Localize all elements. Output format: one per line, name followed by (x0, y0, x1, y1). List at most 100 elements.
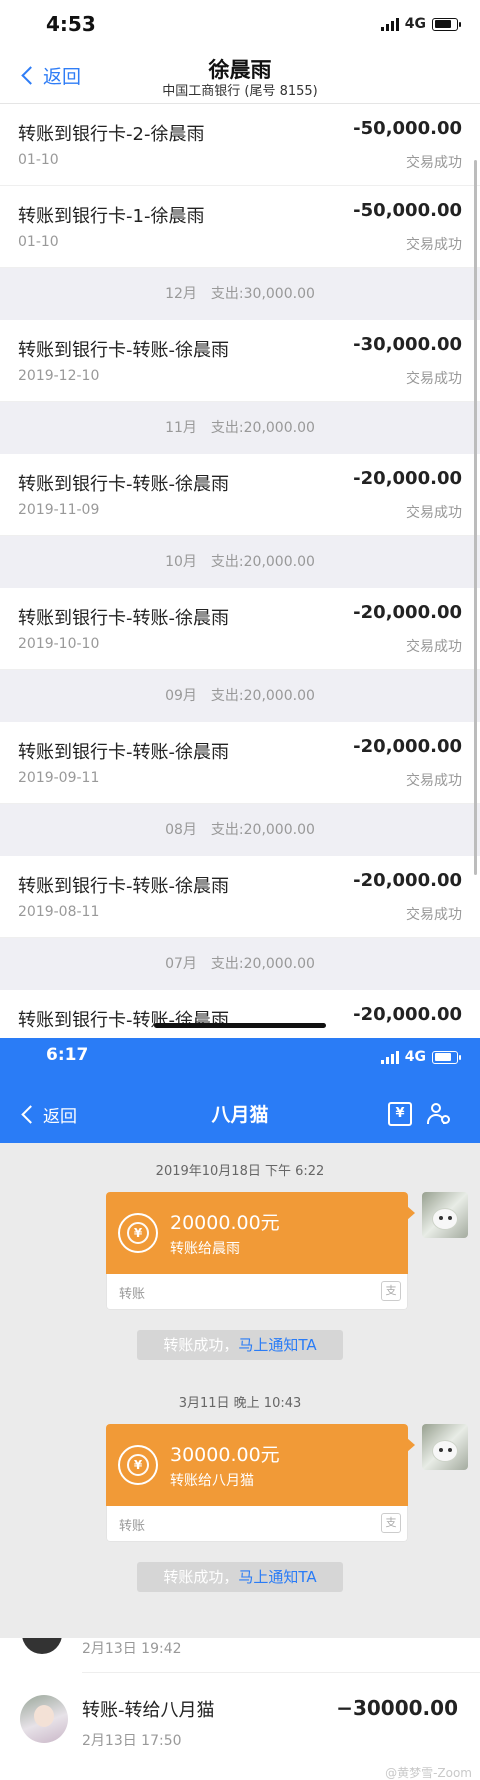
transfer-card[interactable]: ¥ 30000.00元 转账给八月猫 转账 支 (106, 1424, 415, 1542)
alipay-logo-icon: 支 (381, 1281, 401, 1301)
month-header: 08月 支出:20,000.00 (0, 804, 480, 856)
transaction-amount: -20,000.00 (353, 602, 462, 623)
alipay-logo-icon: 支 (381, 1513, 401, 1533)
transaction-status: 交易成功 (406, 237, 462, 253)
notify-link[interactable]: 马上通知TA (238, 1568, 316, 1586)
transfer-amount: 30000.00元 (170, 1444, 280, 1466)
transfer-icon: ¥ (118, 1445, 158, 1485)
home-indicator[interactable] (154, 1023, 326, 1028)
transaction-row[interactable]: 转账到银行卡-2-徐晨雨 01-10 -50,000.00 交易成功 (0, 104, 480, 186)
transaction-status: 交易成功 (406, 155, 462, 171)
network-type: 4G (404, 16, 426, 32)
transaction-amount: -20,000.00 (353, 736, 462, 757)
transaction-status: 交易成功 (406, 639, 462, 655)
transaction-status: 交易成功 (406, 505, 462, 521)
transaction-amount: -50,000.00 (353, 200, 462, 221)
transaction-date: 2019-08-11 (18, 904, 100, 920)
transfer-success-notice: 转账成功，马上通知TA (137, 1330, 343, 1360)
month-label: 09月 (165, 688, 197, 704)
transaction-amount: -20,000.00 (353, 1004, 462, 1025)
status-time: 6:17 (46, 1045, 89, 1065)
divider (82, 1672, 480, 1673)
avatar (20, 1695, 68, 1743)
message-timestamp: 3月11日 晚上 10:43 (178, 1396, 302, 1411)
month-spend: 支出:20,000.00 (210, 822, 315, 838)
transaction-amount: -50,000.00 (353, 118, 462, 139)
person-settings-icon[interactable] (426, 1102, 450, 1126)
transfer-recipient: 转账给八月猫 (170, 1473, 254, 1489)
month-header: 07月 支出:20,000.00 (0, 938, 480, 990)
avatar[interactable] (422, 1192, 468, 1238)
month-header: 09月 支出:20,000.00 (0, 670, 480, 722)
yen-bill-icon[interactable]: ¥ (388, 1102, 412, 1126)
transfer-label: 转账 (119, 1287, 146, 1302)
transaction-desc: 转账到银行卡-转账-徐晨雨 (18, 876, 229, 897)
transaction-row[interactable]: 转账到银行卡-转账-徐晨雨 2019-08-11 -20,000.00 交易成功 (0, 856, 480, 938)
month-label: 12月 (165, 286, 197, 302)
transfer-success-notice: 转账成功，马上通知TA (137, 1562, 343, 1592)
transaction-amount: -20,000.00 (353, 870, 462, 891)
notice-text: 转账成功， (163, 1568, 239, 1586)
transfer-recipient: 转账给晨雨 (170, 1241, 240, 1257)
transaction-row[interactable]: 转账到银行卡-转账-徐晨雨 2019-11-09 -20,000.00 交易成功 (0, 454, 480, 536)
month-label: 10月 (165, 554, 197, 570)
month-header: 10月 支出:20,000.00 (0, 536, 480, 588)
month-spend: 支出:20,000.00 (210, 956, 315, 972)
transaction-desc: 转账到银行卡-转账-徐晨雨 (18, 742, 229, 763)
list-item-title: 转账-转给八月猫 (82, 1700, 215, 1721)
transaction-date: 2019-10-10 (18, 636, 100, 652)
transaction-status: 交易成功 (406, 773, 462, 789)
chat-screen: 6:17 4G 返回 八月猫 ¥ 2019年10月18日 下午 6:22 ¥ 2… (0, 1038, 480, 1638)
month-label: 11月 (165, 420, 197, 436)
transaction-row[interactable]: 转账到银行卡-转账-徐晨雨 2019-10-10 -20,000.00 交易成功 (0, 588, 480, 670)
month-header: 11月 支出:20,000.00 (0, 402, 480, 454)
transaction-date: 2019-11-09 (18, 502, 100, 518)
bank-statement-screen: 4:53 4G 返回 徐晨雨 中国工商银行 (尾号 8155) 转账到银行卡-2… (0, 0, 480, 1038)
transaction-list[interactable]: 转账到银行卡-2-徐晨雨 01-10 -50,000.00 交易成功 转账到银行卡-1-… (0, 104, 480, 1038)
status-time: 4:53 (46, 12, 96, 36)
transaction-desc: 转账到银行卡-转账-徐晨雨 (18, 608, 229, 629)
transaction-date: 2019-09-11 (18, 770, 100, 786)
chat-header: 6:17 4G 返回 八月猫 ¥ (0, 1038, 480, 1143)
month-spend: 支出:30,000.00 (210, 286, 315, 302)
transaction-date: 01-10 (18, 234, 59, 250)
scrollbar[interactable] (474, 160, 477, 875)
notify-link[interactable]: 马上通知TA (238, 1336, 316, 1354)
month-spend: 支出:20,000.00 (210, 554, 315, 570)
month-spend: 支出:20,000.00 (210, 688, 315, 704)
transfer-card[interactable]: ¥ 20000.00元 转账给晨雨 转账 支 (106, 1192, 415, 1310)
transaction-row[interactable]: 转账到银行卡-转账-徐晨雨 2019-12-10 -30,000.00 交易成功 (0, 320, 480, 402)
transaction-date: 01-10 (18, 152, 59, 168)
transaction-date: 2019-12-10 (18, 368, 100, 384)
list-item-date: 2月13日 19:42 (82, 1641, 182, 1657)
list-item-amount: −30000.00 (336, 1696, 458, 1720)
notice-text: 转账成功， (163, 1336, 239, 1354)
bill-list-screen: 2月13日 19:42 转账-转给八月猫 2月13日 17:50 −30000.… (0, 1638, 480, 1780)
transaction-desc: 转账到银行卡-转账-徐晨雨 (18, 340, 229, 361)
status-bar: 4:53 4G (0, 0, 480, 48)
list-item-date: 2月13日 17:50 (82, 1733, 182, 1749)
avatar[interactable] (422, 1424, 468, 1470)
transaction-row[interactable]: 转账到银行卡-转账-徐晨雨 2019-09-11 -20,000.00 交易成功 (0, 722, 480, 804)
network-type: 4G (404, 1049, 426, 1065)
transaction-desc: 转账到银行卡-转账-徐晨雨 (18, 1010, 229, 1031)
signal-icon (380, 1050, 399, 1064)
transaction-row[interactable]: 转账到银行卡-转账-徐晨雨 -20,000.00 (0, 990, 480, 1038)
battery-icon (432, 17, 461, 31)
month-spend: 支出:20,000.00 (210, 420, 315, 436)
transfer-label: 转账 (119, 1519, 146, 1534)
transfer-amount: 20000.00元 (170, 1212, 280, 1234)
month-header: 12月 支出:30,000.00 (0, 268, 480, 320)
transaction-amount: -30,000.00 (353, 334, 462, 355)
month-label: 08月 (165, 822, 197, 838)
transaction-desc: 转账到银行卡-1-徐晨雨 (18, 206, 205, 227)
transaction-row[interactable]: 转账到银行卡-1-徐晨雨 01-10 -50,000.00 交易成功 (0, 186, 480, 268)
watermark: @黄梦雪-Zoom (385, 1766, 472, 1780)
transfer-icon: ¥ (118, 1213, 158, 1253)
transaction-amount: -20,000.00 (353, 468, 462, 489)
bank-account-subtitle: 中国工商银行 (尾号 8155) (162, 84, 318, 99)
transaction-status: 交易成功 (406, 371, 462, 387)
battery-icon (432, 1050, 461, 1064)
nav-bar: 返回 徐晨雨 中国工商银行 (尾号 8155) (0, 48, 480, 104)
transaction-desc: 转账到银行卡-2-徐晨雨 (18, 124, 205, 145)
